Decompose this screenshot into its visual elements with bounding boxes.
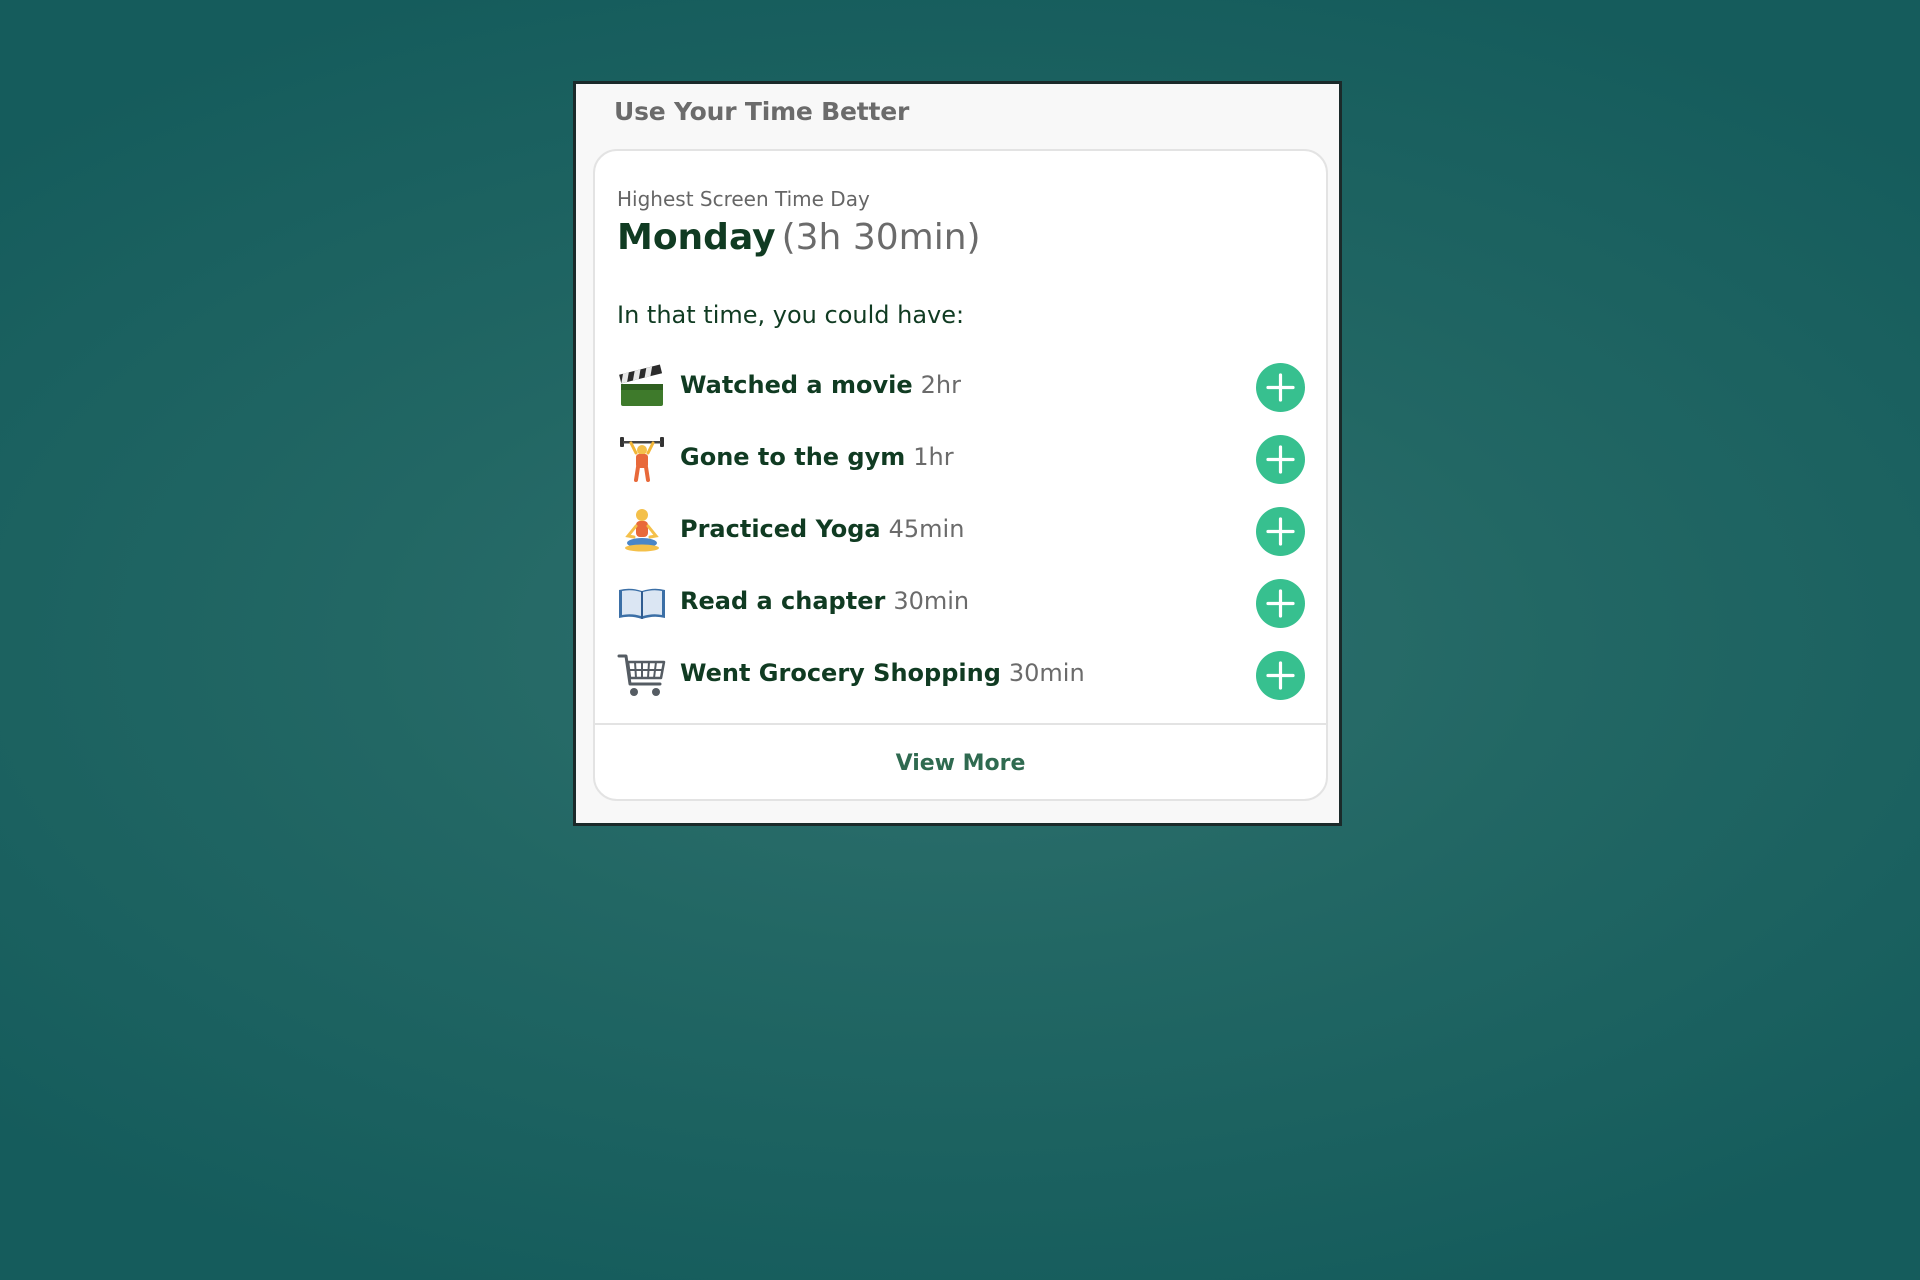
list-item: Gone to the gym 1hr — [595, 423, 1326, 495]
activity-name: Gone to the gym — [680, 443, 906, 471]
activity-name: Went Grocery Shopping — [680, 659, 1001, 687]
yoga-icon — [617, 506, 667, 556]
activity-time: 2hr — [920, 371, 961, 399]
shopping-cart-icon — [617, 650, 667, 700]
list-item: Read a chapter 30min — [595, 567, 1326, 639]
plus-icon — [1266, 373, 1295, 402]
highest-day-label: Highest Screen Time Day — [617, 187, 870, 211]
activity-list: Watched a movie 2hr Gone to the gym 1hr … — [595, 351, 1326, 711]
weightlifter-icon — [617, 434, 667, 484]
add-reading-button[interactable] — [1256, 579, 1305, 628]
time-widget: Use Your Time Better Highest Screen Time… — [573, 81, 1342, 826]
clapper-board-icon — [617, 362, 667, 412]
add-grocery-button[interactable] — [1256, 651, 1305, 700]
list-item: Watched a movie 2hr — [595, 351, 1326, 423]
widget-title: Use Your Time Better — [614, 97, 910, 126]
highest-day-name: Monday — [617, 217, 776, 258]
activity-time: 1hr — [913, 443, 954, 471]
intro-text: In that time, you could have: — [617, 301, 965, 329]
add-movie-button[interactable] — [1256, 363, 1305, 412]
activity-name: Read a chapter — [680, 587, 886, 615]
highest-day-headline: Monday (3h 30min) — [617, 217, 981, 258]
plus-icon — [1266, 589, 1295, 618]
highest-day-duration: (3h 30min) — [781, 217, 981, 258]
plus-icon — [1266, 517, 1295, 546]
plus-icon — [1266, 661, 1295, 690]
plus-icon — [1266, 445, 1295, 474]
add-yoga-button[interactable] — [1256, 507, 1305, 556]
activity-time: 45min — [888, 515, 965, 543]
activity-time: 30min — [1008, 659, 1085, 687]
open-book-icon — [617, 578, 667, 628]
add-gym-button[interactable] — [1256, 435, 1305, 484]
activity-name: Watched a movie — [680, 371, 913, 399]
activity-name: Practiced Yoga — [680, 515, 881, 543]
activity-time: 30min — [893, 587, 970, 615]
view-more-button[interactable]: View More — [595, 725, 1326, 799]
screen-time-card: Highest Screen Time Day Monday (3h 30min)… — [593, 149, 1328, 801]
list-item: Went Grocery Shopping 30min — [595, 639, 1326, 711]
list-item: Practiced Yoga 45min — [595, 495, 1326, 567]
